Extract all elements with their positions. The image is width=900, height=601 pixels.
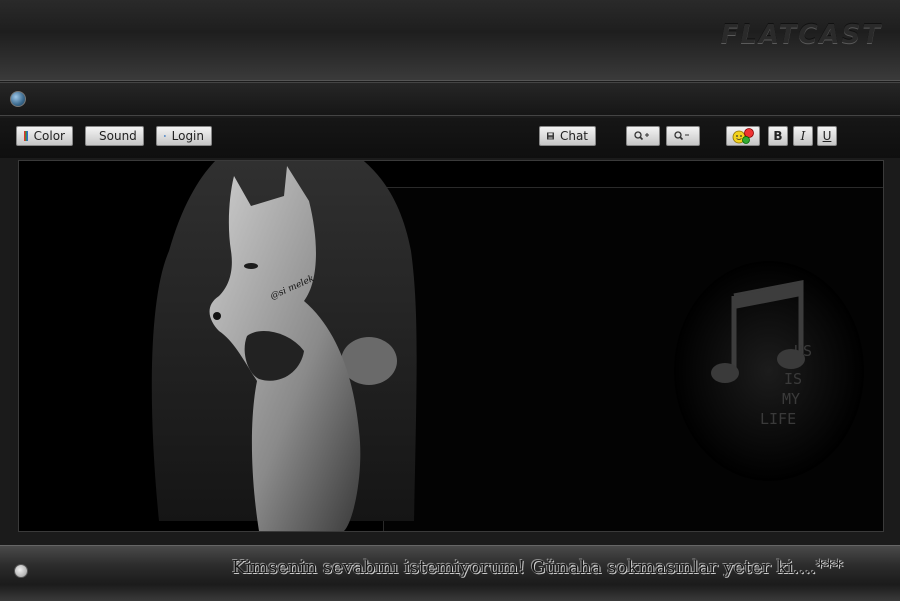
emoticon-icon [732,128,754,144]
login-label: Login [171,129,204,143]
toolbar: Color Sound Login Chat B I U [0,118,900,158]
status-bar [0,82,900,116]
chat-stage: US IS MY LIFE @si melek [18,160,884,532]
music-text-line: LIFE [760,410,797,428]
music-text-line: IS [784,370,803,388]
bold-button[interactable]: B [768,126,788,146]
background-photo [151,161,864,531]
music-text: US IS MY LIFE [760,341,813,429]
color-label: Color [33,129,65,143]
italic-button[interactable]: I [793,126,813,146]
zoom-in-icon [634,131,649,141]
sound-label: Sound [99,129,137,143]
color-button[interactable]: Color [16,126,73,146]
sound-button[interactable]: Sound [85,126,144,146]
globe-icon[interactable] [10,91,26,107]
clock-icon[interactable] [14,564,28,578]
chat-button[interactable]: Chat [539,126,596,146]
footer-bar: Kimsenin sevabını istemiyorum! Günaha so… [0,545,900,601]
marquee-text: Kimsenin sevabını istemiyorum! Günaha so… [232,557,844,578]
music-text-line: MY [782,390,801,408]
brand-logo: FLATCAST [720,20,882,50]
chat-label: Chat [559,129,588,143]
login-arrow-icon [164,135,166,137]
emoticons-button[interactable] [726,126,760,146]
floppy-disk-icon [547,132,554,140]
music-text-line: US [794,342,813,360]
zoom-out-button[interactable] [666,126,700,146]
zoom-in-button[interactable] [626,126,660,146]
underline-button[interactable]: U [817,126,837,146]
color-icon [24,131,28,141]
header-bar: FLATCAST [0,0,900,81]
zoom-out-icon [674,131,689,141]
login-button[interactable]: Login [156,126,212,146]
